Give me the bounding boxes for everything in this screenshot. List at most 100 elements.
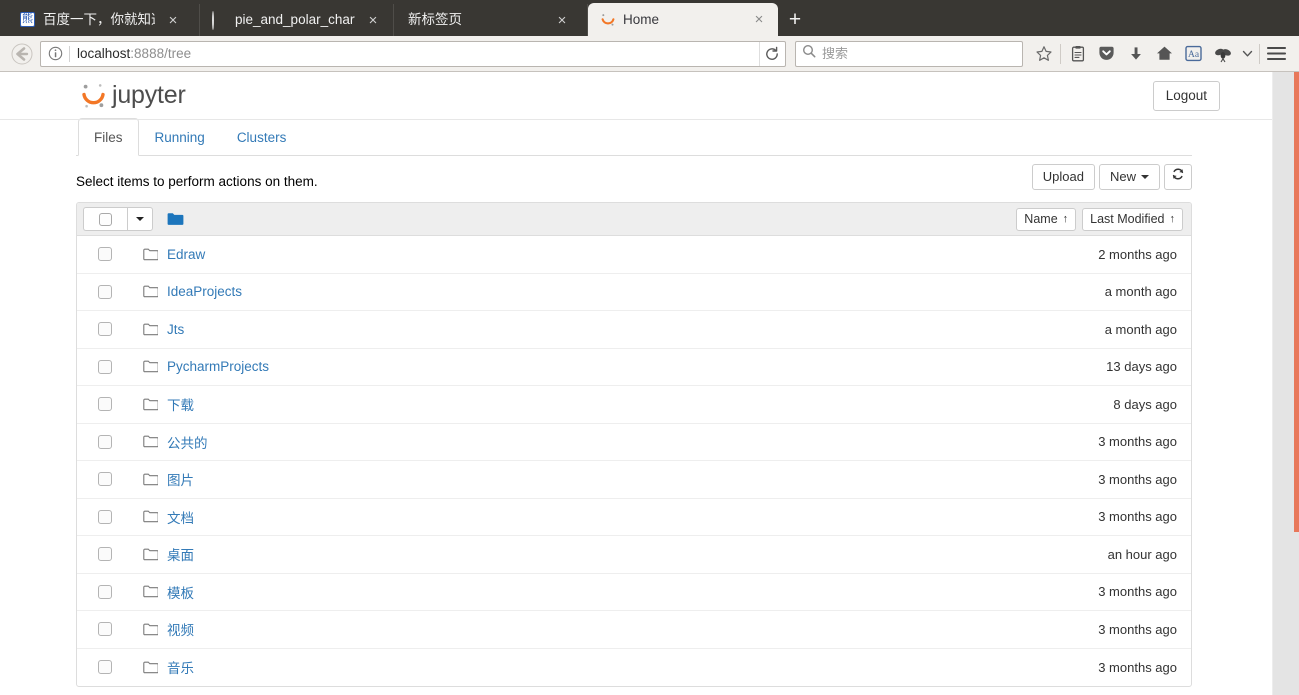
upload-button[interactable]: Upload (1031, 164, 1095, 190)
home-icon[interactable] (1150, 39, 1179, 69)
page-info-icon[interactable] (47, 45, 64, 62)
row-checkbox[interactable] (98, 434, 112, 449)
url-path: :8888/tree (130, 45, 192, 61)
chevron-down-icon[interactable] (1237, 39, 1257, 69)
tab-strip: 熊 百度一下，你就知道 × pie_and_polar_charts × 新标签… (0, 0, 1299, 36)
file-name-link[interactable]: PycharmProjects (167, 359, 269, 374)
row-checkbox[interactable] (98, 322, 112, 337)
reload-icon[interactable] (759, 41, 783, 66)
reader-mode-icon[interactable]: Aa (1179, 39, 1208, 69)
file-name-link[interactable]: Edraw (167, 247, 205, 262)
table-row[interactable]: 视频 3 months ago (77, 611, 1191, 649)
extension-icon[interactable] (1208, 39, 1237, 69)
file-name-link[interactable]: 图片 (167, 469, 194, 489)
table-row[interactable]: 音乐 3 months ago (77, 649, 1191, 687)
browser-tab-home[interactable]: Home × (588, 3, 778, 36)
file-name-link[interactable]: 公共的 (167, 432, 208, 452)
table-row[interactable]: IdeaProjects a month ago (77, 274, 1191, 311)
page-scrollbar[interactable] (1272, 72, 1299, 695)
downloads-icon[interactable] (1121, 39, 1150, 69)
select-all-checkbox[interactable] (83, 207, 127, 231)
url-bar[interactable]: localhost:8888/tree (40, 40, 786, 67)
row-checkbox-wrap (83, 434, 127, 449)
last-modified-text: 3 months ago (1098, 434, 1177, 450)
table-row[interactable]: 公共的 3 months ago (77, 424, 1191, 461)
sort-by-name-button[interactable]: Name ↑ (1016, 207, 1077, 231)
file-name-link[interactable]: Jts (167, 322, 184, 337)
row-checkbox[interactable] (98, 509, 112, 524)
bookmark-star-icon[interactable] (1029, 39, 1058, 69)
jupyter-header: jupyter Logout (0, 72, 1272, 120)
tab-close-icon[interactable]: × (363, 10, 383, 30)
row-checkbox[interactable] (98, 660, 112, 675)
action-row: Select items to perform actions on them.… (76, 156, 1192, 202)
selection-dropdown-button[interactable] (127, 207, 153, 231)
tab-title: pie_and_polar_charts (235, 12, 355, 27)
table-row[interactable]: 模板 3 months ago (77, 574, 1191, 611)
tab-files[interactable]: Files (78, 117, 139, 156)
url-divider (69, 45, 70, 62)
folder-blue-icon[interactable] (167, 212, 184, 226)
page-content: jupyter Logout Files Running Clusters Se… (0, 72, 1299, 695)
file-list: Name ↑ Last Modified ↑ Edraw 2 months ago… (76, 202, 1192, 687)
file-list-header: Name ↑ Last Modified ↑ (77, 203, 1191, 236)
table-row[interactable]: 下载 8 days ago (77, 386, 1191, 424)
row-checkbox[interactable] (98, 359, 112, 374)
browser-tab-pie-and-polar-charts[interactable]: pie_and_polar_charts × (200, 4, 394, 36)
navigation-toolbar: localhost:8888/tree 搜索 Aa (0, 36, 1299, 72)
table-row[interactable]: Edraw 2 months ago (77, 236, 1191, 274)
row-checkbox[interactable] (98, 284, 112, 299)
file-name-link[interactable]: 模板 (167, 582, 194, 602)
row-checkbox[interactable] (98, 622, 112, 637)
row-checkbox[interactable] (98, 247, 112, 262)
tab-title: 百度一下，你就知道 (43, 12, 155, 27)
last-modified-text: 3 months ago (1098, 509, 1177, 525)
sort-by-last-modified-button[interactable]: Last Modified ↑ (1082, 207, 1183, 231)
file-name-link[interactable]: IdeaProjects (167, 284, 242, 299)
action-buttons: Upload New (1031, 164, 1192, 190)
tab-clusters[interactable]: Clusters (221, 118, 303, 156)
folder-icon (143, 285, 158, 298)
row-checkbox-wrap (83, 284, 127, 299)
file-name-link[interactable]: 视频 (167, 619, 194, 639)
browser-tab-baidu[interactable]: 熊 百度一下，你就知道 × (8, 4, 200, 36)
arrow-up-icon: ↑ (1062, 213, 1069, 225)
search-input[interactable]: 搜索 (795, 40, 1023, 67)
search-placeholder: 搜索 (822, 45, 849, 61)
row-checkbox[interactable] (98, 397, 112, 412)
table-row[interactable]: PycharmProjects 13 days ago (77, 349, 1191, 386)
table-row[interactable]: 图片 3 months ago (77, 461, 1191, 499)
library-icon[interactable] (1063, 39, 1092, 69)
folder-icon (143, 248, 158, 261)
tab-running[interactable]: Running (139, 118, 221, 156)
refresh-button[interactable] (1164, 164, 1192, 190)
tab-close-icon[interactable]: × (552, 10, 572, 30)
browser-tab-new-tab-page[interactable]: 新标签页 × (394, 4, 588, 36)
file-name-link[interactable]: 文档 (167, 507, 194, 527)
table-row[interactable]: 桌面 an hour ago (77, 536, 1191, 574)
last-modified-text: 2 months ago (1098, 246, 1177, 262)
new-dropdown-button[interactable]: New (1098, 164, 1160, 190)
last-modified-text: an hour ago (1107, 546, 1177, 562)
table-row[interactable]: 文档 3 months ago (77, 499, 1191, 536)
page-inner: jupyter Logout Files Running Clusters Se… (0, 72, 1272, 687)
last-modified-text: a month ago (1104, 321, 1177, 337)
hamburger-menu-icon[interactable] (1262, 39, 1291, 69)
table-row[interactable]: Jts a month ago (77, 311, 1191, 349)
row-checkbox[interactable] (98, 584, 112, 599)
row-checkbox[interactable] (98, 472, 112, 487)
logout-button[interactable]: Logout (1152, 81, 1220, 111)
jupyter-logo[interactable]: jupyter (80, 81, 186, 111)
file-name-link[interactable]: 音乐 (167, 657, 194, 677)
tab-close-icon[interactable]: × (749, 10, 769, 30)
browser-chrome: 熊 百度一下，你就知道 × pie_and_polar_charts × 新标签… (0, 0, 1299, 72)
checkbox-icon (99, 212, 112, 226)
file-name-link[interactable]: 下载 (167, 394, 194, 414)
row-checkbox[interactable] (98, 547, 112, 562)
pocket-icon[interactable] (1092, 39, 1121, 69)
scrollbar-thumb[interactable] (1294, 72, 1299, 532)
new-tab-button[interactable]: + (778, 4, 812, 36)
tab-close-icon[interactable]: × (163, 10, 183, 30)
back-button[interactable] (8, 40, 36, 68)
file-name-link[interactable]: 桌面 (167, 544, 194, 564)
